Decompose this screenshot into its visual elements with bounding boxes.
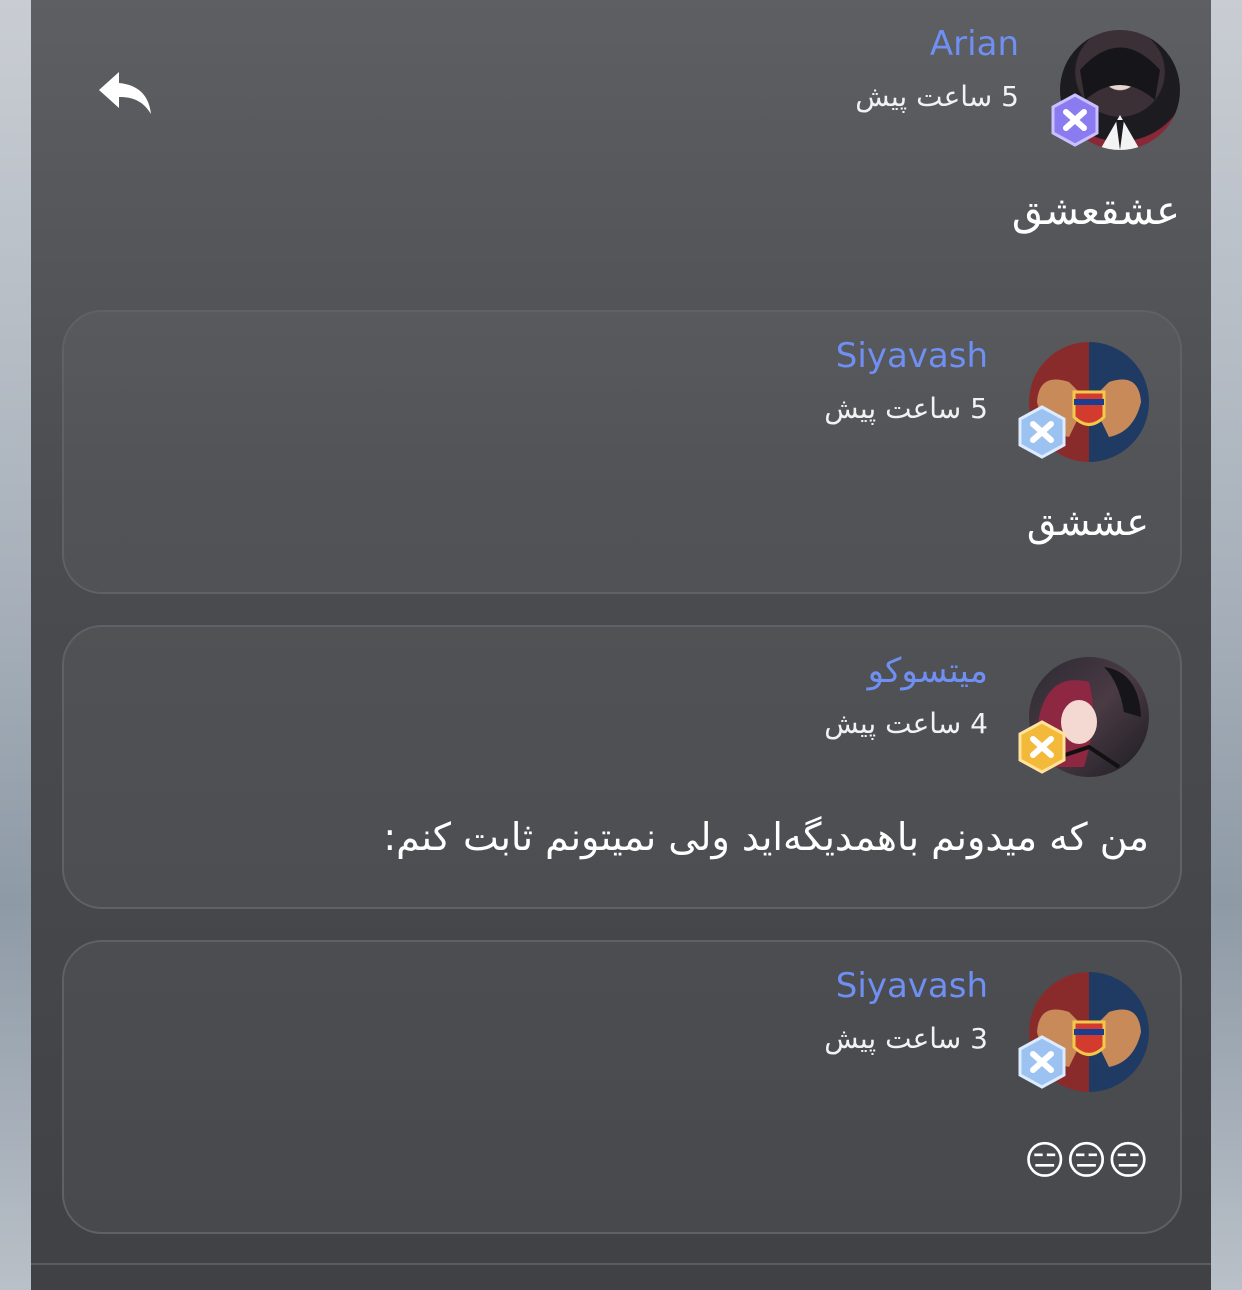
rank-badge-icon (1051, 93, 1099, 147)
rank-badge-icon (1018, 1035, 1066, 1089)
divider (31, 1263, 1211, 1265)
author-name[interactable]: Arian (930, 24, 1019, 64)
reply-icon[interactable] (97, 70, 153, 118)
comment-text: 😑😑😑 (1023, 1138, 1149, 1184)
author-name[interactable]: Siyavash (836, 966, 988, 1006)
reply-card: Siyavash 5 ساعت پیش عششق (62, 310, 1182, 594)
author-name[interactable]: Siyavash (836, 336, 988, 376)
comment-text: من که میدونم باهمدیگه‌اید ولی نمیتونم ثا… (383, 815, 1149, 859)
reply-card: Siyavash 3 ساعت پیش 😑😑😑 (62, 940, 1182, 1234)
reply-card: میتسوکو 4 ساعت پیش من که میدونم باهمدیگه… (62, 625, 1182, 909)
author-name[interactable]: میتسوکو (868, 651, 988, 691)
comment-time: 5 ساعت پیش (855, 80, 1019, 113)
comment-time: 5 ساعت پیش (824, 392, 988, 425)
rank-badge-icon (1018, 405, 1066, 459)
comment-text: عششق (1026, 500, 1149, 544)
rank-badge-icon (1018, 720, 1066, 774)
comment-time: 3 ساعت پیش (824, 1022, 988, 1055)
comment-time: 4 ساعت پیش (824, 707, 988, 740)
comment-text: عشقعشق (1011, 188, 1180, 234)
comment-panel: Arian 5 ساعت پیش عشقعشق Siyavash 5 ساعت … (31, 0, 1211, 1290)
